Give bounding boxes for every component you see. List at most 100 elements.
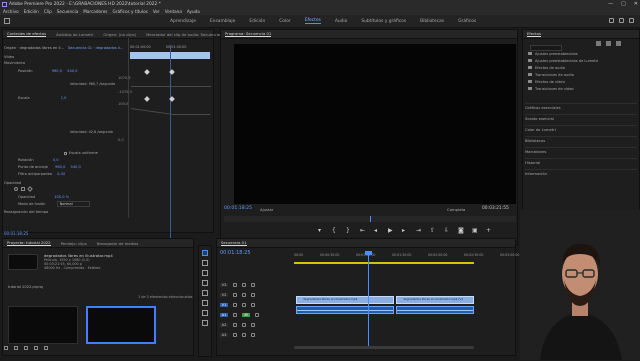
- list-view-icon[interactable]: [14, 346, 18, 350]
- play-icon[interactable]: ▶: [388, 228, 393, 234]
- fx-folder-lumetri[interactable]: Ajustes preestablecidos de Lumetri: [528, 59, 598, 63]
- go-to-out-icon[interactable]: ⇥: [416, 228, 421, 234]
- ws-tab-graficos[interactable]: Gráficos: [458, 19, 476, 24]
- tab-effect-controls[interactable]: Controles de efectos: [7, 31, 47, 37]
- ws-tab-audio[interactable]: Audio: [335, 19, 347, 24]
- step-forward-icon[interactable]: ▸: [402, 228, 407, 234]
- program-video-frame[interactable]: [234, 44, 516, 204]
- timeline-timecode[interactable]: 00:01:18:25: [220, 250, 251, 256]
- tab-audio-mixer[interactable]: Mezclador del clip de audio: Secuencia: [146, 32, 220, 37]
- panel-lumetri-color[interactable]: Color de Lumetri: [525, 125, 637, 132]
- home-icon[interactable]: [4, 18, 10, 24]
- menu-ayuda[interactable]: Ayuda: [187, 9, 200, 14]
- menu-edicion[interactable]: Edición: [24, 9, 39, 14]
- hand-tool-icon[interactable]: [202, 310, 208, 316]
- panel-essential-sound[interactable]: Sonido esencial: [525, 114, 637, 121]
- audio-clip-1[interactable]: [296, 306, 394, 314]
- fx-folder-audio-effects[interactable]: Efectos de audio: [528, 66, 565, 70]
- solo-icon[interactable]: [251, 332, 255, 337]
- track-label[interactable]: V1: [220, 302, 228, 307]
- fx-folder-video-transitions[interactable]: Transiciones de vídeo: [528, 87, 574, 91]
- slip-tool-icon[interactable]: [202, 290, 208, 296]
- track-label[interactable]: A1: [220, 312, 228, 317]
- tab-effects[interactable]: Efectos: [527, 31, 541, 37]
- effects-search-input[interactable]: [530, 45, 562, 51]
- export-frame-icon[interactable]: ◙: [458, 228, 464, 234]
- lock-icon[interactable]: [233, 282, 237, 287]
- eye-icon[interactable]: [251, 282, 255, 287]
- source-clip-label[interactable]: Origen · degradados libres en il...: [4, 46, 64, 50]
- yuv-filter-icon[interactable]: [616, 41, 621, 46]
- ws-tab-efectos[interactable]: Efectos: [304, 18, 321, 24]
- menu-clip[interactable]: Clip: [44, 9, 52, 14]
- tab-source[interactable]: Origen: (no clips): [103, 32, 136, 37]
- time-remap-effect[interactable]: Reasignación del tiempo: [4, 210, 48, 214]
- type-tool-icon[interactable]: [202, 320, 208, 326]
- timeline-playhead[interactable]: [368, 253, 369, 348]
- uniform-scale-checkbox[interactable]: [64, 151, 67, 155]
- lock-icon[interactable]: [233, 322, 237, 327]
- menu-graficos[interactable]: Gráficos y títulos: [112, 9, 147, 14]
- ws-tab-subtitulos[interactable]: Subtítulos y gráficos: [361, 19, 406, 24]
- accelerated-filter-icon[interactable]: [596, 41, 601, 46]
- blend-mode-select[interactable]: Normal: [56, 201, 90, 207]
- menu-ventana[interactable]: Ventana: [165, 9, 182, 14]
- anchor-x-value[interactable]: 960,0: [55, 165, 65, 169]
- ws-tab-ensamblaje[interactable]: Ensamblaje: [210, 19, 235, 24]
- track-label[interactable]: V2: [220, 292, 228, 297]
- position-x-value[interactable]: 960,0: [52, 69, 62, 73]
- razor-tool-icon[interactable]: [202, 280, 208, 286]
- menu-secuencia[interactable]: Secuencia: [57, 9, 78, 14]
- track-label[interactable]: A2: [220, 322, 228, 327]
- rectangle-mask-icon[interactable]: [21, 187, 25, 191]
- panel-info[interactable]: Información: [525, 169, 637, 176]
- timeline-ruler[interactable]: 00:00 00:00:30:00 00:01:00:00 00:01:30:0…: [294, 253, 519, 261]
- lock-icon[interactable]: [4, 346, 8, 350]
- ellipse-mask-icon[interactable]: [14, 187, 18, 191]
- ws-tab-bibliotecas[interactable]: Bibliotecas: [420, 19, 444, 24]
- program-scrub-bar[interactable]: [224, 216, 516, 222]
- uniform-scale-option[interactable]: Escala uniforme: [64, 151, 98, 155]
- ws-tab-aprendizaje[interactable]: Aprendizaje: [170, 19, 196, 24]
- lock-icon[interactable]: [233, 302, 237, 307]
- clip-preview-thumbnail[interactable]: [8, 254, 38, 270]
- zoom-slider-icon[interactable]: [44, 346, 48, 350]
- menu-ver[interactable]: Ver: [153, 9, 160, 14]
- project-item-tile[interactable]: [8, 306, 78, 344]
- extract-icon[interactable]: ⇩: [444, 228, 449, 234]
- tab-lumetri-scopes[interactable]: Ámbitos de Lumetri: [56, 32, 93, 37]
- ws-tab-color[interactable]: Color: [279, 19, 290, 24]
- tab-bin[interactable]: Pendejo: clips: [61, 241, 87, 246]
- pen-tool-icon[interactable]: [202, 300, 208, 306]
- icon-view-icon[interactable]: [24, 346, 28, 350]
- track-label[interactable]: A3: [220, 332, 228, 337]
- resolution-select[interactable]: Completa: [447, 207, 465, 212]
- sync-icon[interactable]: [242, 292, 246, 297]
- ripple-edit-tool-icon[interactable]: [202, 270, 208, 276]
- compare-icon[interactable]: ▣: [472, 228, 478, 234]
- panel-history[interactable]: Historial: [525, 158, 637, 165]
- pen-mask-icon[interactable]: [27, 186, 33, 192]
- sync-icon[interactable]: [242, 282, 246, 287]
- project-item-tile-selected[interactable]: [86, 306, 156, 344]
- mark-out-icon[interactable]: }: [346, 228, 351, 234]
- panel-libraries[interactable]: Bibliotecas: [525, 136, 637, 143]
- flicker-value[interactable]: 0,00: [57, 172, 65, 176]
- add-button-icon[interactable]: +: [486, 228, 491, 234]
- lock-icon[interactable]: [233, 312, 237, 317]
- mute-icon[interactable]: [242, 332, 246, 337]
- scale-value[interactable]: 1,0: [61, 96, 67, 100]
- solo-icon[interactable]: [251, 322, 255, 327]
- lift-icon[interactable]: ⇧: [430, 228, 435, 234]
- motion-effect[interactable]: Movimiento: [4, 61, 25, 65]
- 32bit-filter-icon[interactable]: [606, 41, 611, 46]
- timeline-playhead-handle[interactable]: [365, 251, 372, 255]
- freeform-view-icon[interactable]: [34, 346, 38, 350]
- position-y-value[interactable]: 540,0: [67, 69, 77, 73]
- selection-tool-icon[interactable]: [202, 250, 208, 256]
- audio-clip-2[interactable]: [396, 306, 474, 314]
- anchor-y-value[interactable]: 540,0: [71, 165, 81, 169]
- step-back-icon[interactable]: ◂: [374, 228, 379, 234]
- mark-in-icon[interactable]: {: [332, 228, 337, 234]
- menu-archivo[interactable]: Archivo: [3, 9, 19, 14]
